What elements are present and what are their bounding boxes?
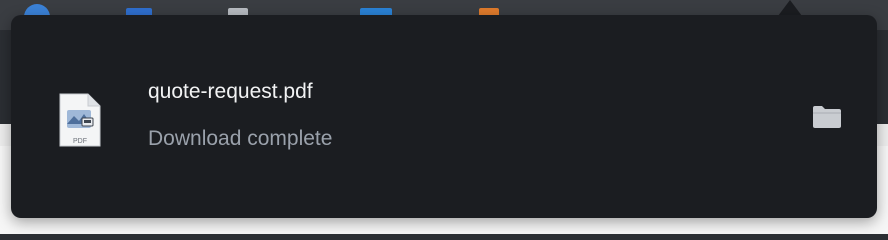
downloads-popover: PDF quote-request.pdf Download complete [11,15,877,218]
screen: PDF quote-request.pdf Download complete [0,0,888,234]
download-status: Download complete [148,127,333,150]
folder-icon [812,105,842,134]
download-item[interactable]: PDF quote-request.pdf Download complete [11,15,877,218]
pdf-file-icon: PDF [58,92,102,148]
show-in-folder-button[interactable] [803,99,851,139]
file-type-label: PDF [73,138,87,145]
download-file-name: quote-request.pdf [148,80,313,103]
popover-arrow [778,0,802,16]
